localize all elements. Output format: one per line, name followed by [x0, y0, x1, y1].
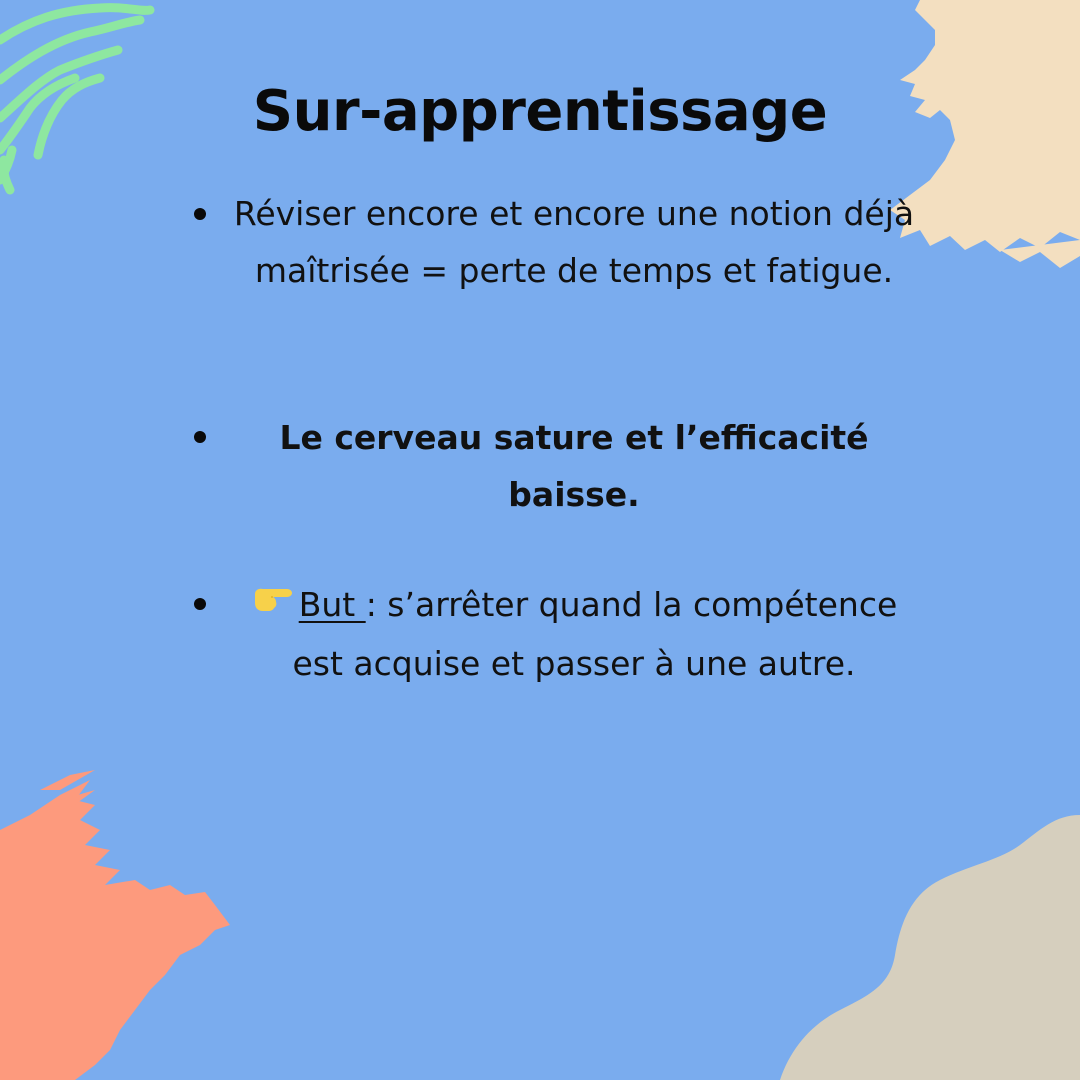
- page-title: Sur-apprentissage: [252, 78, 828, 144]
- tan-blob-shape: [780, 815, 1080, 1080]
- bullet-dot: [194, 598, 206, 610]
- salmon-brush-shape: [0, 770, 230, 1080]
- list-item-goal: But : s’arrêter quand la compétence est …: [232, 576, 916, 692]
- bullet-dot: [194, 431, 206, 443]
- goal-description: : s’arrêter quand la compétence est acqu…: [292, 585, 898, 683]
- list-item-text: Réviser encore et encore une notion déjà…: [233, 194, 915, 290]
- bullet-dot: [194, 208, 206, 220]
- pointing-hand-icon: [251, 574, 293, 631]
- background-decorations: [0, 0, 1080, 1080]
- list-item-text-bold: Le cerveau sature et l’efficacité baisse…: [279, 418, 869, 514]
- goal-label: But: [298, 585, 366, 624]
